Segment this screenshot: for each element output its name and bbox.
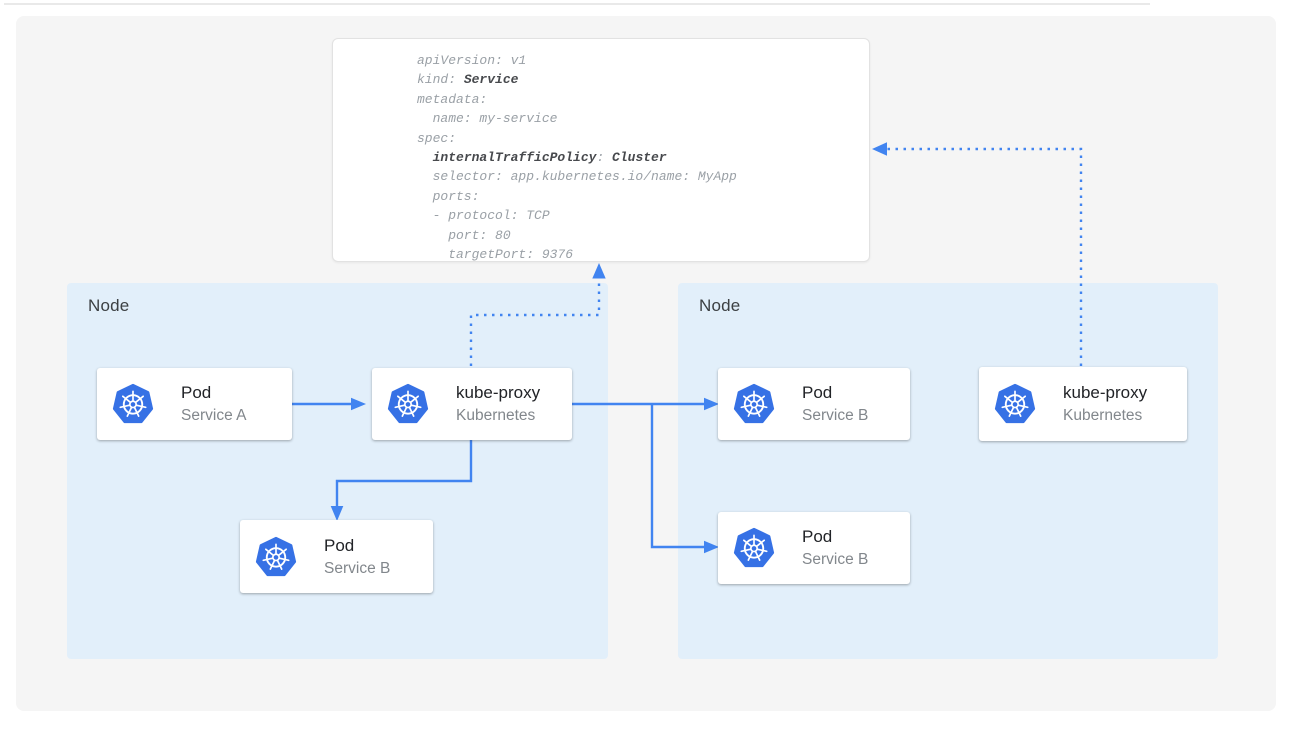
card-title: Pod xyxy=(324,536,390,556)
kubernetes-icon xyxy=(112,383,154,425)
card-pod-service-b-top-right: Pod Service B xyxy=(718,368,910,440)
card-title: Pod xyxy=(802,527,868,547)
node-box-left: Node xyxy=(67,283,608,659)
card-pod-service-b-left: Pod Service B xyxy=(240,520,433,593)
kubernetes-icon xyxy=(733,383,775,425)
node-label: Node xyxy=(699,296,740,316)
card-pod-service-a: Pod Service A xyxy=(97,368,292,440)
kubernetes-icon xyxy=(387,383,429,425)
card-subtitle: Service A xyxy=(181,406,246,425)
card-title: kube-proxy xyxy=(456,383,540,403)
card-subtitle: Service B xyxy=(802,550,868,569)
diagram-stage: apiVersion: v1kind: Servicemetadata: nam… xyxy=(0,0,1296,729)
top-divider xyxy=(4,3,1150,5)
card-kube-proxy-right: kube-proxy Kubernetes xyxy=(979,367,1187,441)
card-subtitle: Kubernetes xyxy=(456,406,540,425)
card-subtitle: Service B xyxy=(802,406,868,425)
card-title: Pod xyxy=(802,383,868,403)
kubernetes-icon xyxy=(994,383,1036,425)
node-label: Node xyxy=(88,296,129,316)
yaml-manifest-card: apiVersion: v1kind: Servicemetadata: nam… xyxy=(332,38,870,262)
card-pod-service-b-bottom-right: Pod Service B xyxy=(718,512,910,584)
card-subtitle: Service B xyxy=(324,559,390,578)
card-title: Pod xyxy=(181,383,246,403)
card-subtitle: Kubernetes xyxy=(1063,406,1147,425)
card-title: kube-proxy xyxy=(1063,383,1147,403)
yaml-code: apiVersion: v1kind: Servicemetadata: nam… xyxy=(417,51,737,264)
node-box-right: Node xyxy=(678,283,1218,659)
kubernetes-icon xyxy=(255,536,297,578)
card-kube-proxy-left: kube-proxy Kubernetes xyxy=(372,368,572,440)
kubernetes-icon xyxy=(733,527,775,569)
